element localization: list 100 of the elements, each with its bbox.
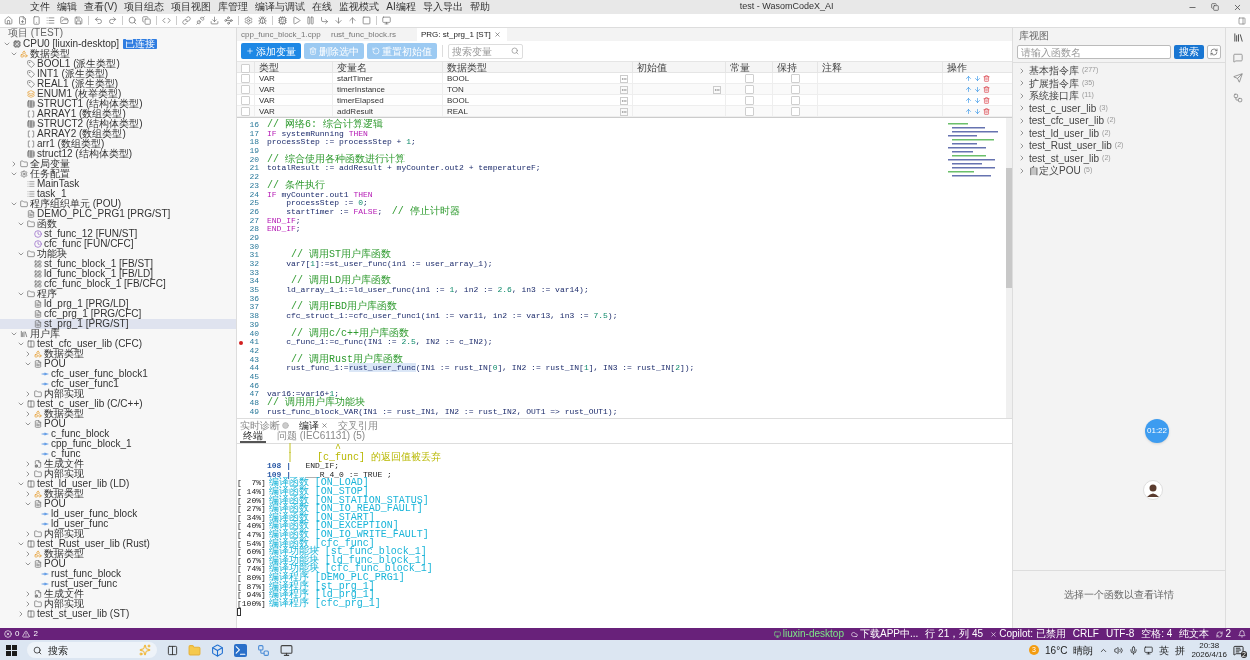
chevron-right-icon[interactable] [10,160,18,168]
checkbox[interactable] [744,96,754,105]
device-icon[interactable] [32,16,41,25]
bell-icon[interactable] [1238,630,1246,638]
copy-icon[interactable] [142,16,151,25]
tree-item[interactable]: CPU0 [liuxin-desktop] 已连接 [0,39,236,49]
move-down-icon[interactable] [974,108,981,115]
clock-time[interactable]: 20:38 [1199,641,1220,650]
bug-icon[interactable] [258,16,267,25]
menu-item[interactable]: 项目组态 [124,1,165,13]
chevron-down-icon[interactable] [17,480,25,488]
move-up-icon[interactable] [965,97,972,104]
chevron-right-icon[interactable] [24,470,32,478]
menu-item[interactable]: 在线 [312,1,333,13]
search-button[interactable]: 搜索 [1174,45,1204,59]
tree-item[interactable]: rust_func_block [0,569,236,579]
menu-item[interactable]: 帮助 [469,1,490,13]
checkbox[interactable] [241,107,250,116]
redo-icon[interactable] [108,16,117,25]
clock-date[interactable]: 2026/4/16 [1191,650,1227,659]
tree-item[interactable]: test_c_user_lib (C/C++) [0,399,236,409]
chevron-right-icon[interactable] [1018,154,1026,162]
chevron-right-icon[interactable] [24,390,32,398]
tree-item[interactable]: POU [0,419,236,429]
tree-item[interactable]: st_func_block_1 [FB/ST] [0,259,236,269]
tree-item[interactable]: struct12 (结构体类型) [0,149,236,159]
more-icon[interactable] [620,107,628,116]
tree-item[interactable]: ENUM1 (枚举类型) [0,89,236,99]
tree-item[interactable]: 生成文件 [0,459,236,469]
tree-item[interactable]: STRUCT1 (结构体类型) [0,99,236,109]
delete-icon[interactable] [983,108,990,115]
tree-item[interactable]: cfc_func_block_1 [FB/CFC] [0,279,236,289]
tree-item[interactable]: st_prg_1 [PRG/ST] [0,319,236,329]
checkbox[interactable] [790,74,800,83]
monitor-icon[interactable] [280,643,293,657]
monitor-icon[interactable] [382,16,391,25]
delete-icon[interactable] [983,75,990,82]
tree-item[interactable]: 数据类型 [0,49,236,59]
app-icon[interactable] [211,643,224,657]
tree-item[interactable]: 程序组织单元 (POU) [0,199,236,209]
chevron-down-icon[interactable] [17,340,25,348]
search-field[interactable]: 请输入函数名 [1017,45,1171,59]
chevron-right-icon[interactable] [24,350,32,358]
chevron-right-icon[interactable] [1018,91,1026,100]
status-item[interactable]: 2 [1216,628,1231,640]
chat-icon[interactable] [1233,53,1243,63]
code-icon[interactable] [162,16,171,25]
taskbar-search[interactable]: 搜索 [27,642,157,658]
tree-item[interactable]: INT1 (派生类型) [0,69,236,79]
chevron-right-icon[interactable] [1018,166,1026,175]
chevron-right-icon[interactable] [24,490,32,498]
network-icon[interactable] [224,16,233,25]
tree-item[interactable]: c_func_block [0,429,236,439]
tree-item[interactable]: 内部实现 [0,599,236,609]
warning-icon[interactable] [22,630,31,638]
send-icon[interactable] [1233,73,1243,83]
search-field[interactable]: 搜索变量 [448,43,523,59]
chevron-right-icon[interactable] [24,550,32,558]
chevron-right-icon[interactable] [24,530,32,538]
chevron-down-icon[interactable] [10,200,18,208]
status-item[interactable]: liuxin-desktop [773,628,844,640]
more-icon[interactable] [620,96,628,105]
scrollbar-thumb[interactable] [1006,168,1012,288]
input-method[interactable]: 英 [1159,642,1170,658]
menu-item[interactable]: 查看(V) [84,1,118,13]
chevron-right-icon[interactable] [1018,104,1026,112]
checkbox[interactable] [744,74,754,83]
tree-item[interactable]: ld_func_block_1 [FB/LD] [0,269,236,279]
weather-temperature[interactable]: 16°C [1045,642,1068,658]
chevron-down-icon[interactable] [10,330,18,338]
tree-item[interactable]: test_Rust_user_lib (Rust) [0,539,236,549]
editor-tab[interactable]: PRG: st_prg_1 [ST] [417,28,507,41]
tree-item[interactable]: 函数 [0,219,236,229]
tree-item[interactable]: 内部实现 [0,389,236,399]
tree-item[interactable]: 程序 [0,289,236,299]
pause-icon[interactable] [306,16,315,25]
chevron-right-icon[interactable] [1018,141,1026,150]
start-icon[interactable] [6,644,17,656]
tree-item[interactable]: ld_user_func [0,519,236,529]
tree-item[interactable]: test_st_user_lib (ST) [0,609,236,619]
tree-item[interactable]: task_1 [0,189,236,199]
tree-item[interactable]: test_cfc_user_lib (CFC) [0,339,236,349]
more-icon[interactable] [713,85,721,94]
tree-item[interactable]: 用户库 [0,329,236,339]
menu-item[interactable]: 文件 [30,1,50,13]
tree-item[interactable]: ARRAY1 (数组类型) [0,109,236,119]
chevron-down-icon[interactable] [10,50,18,58]
chevron-down-icon[interactable] [17,290,25,298]
chevron-right-icon[interactable] [24,590,32,598]
list-icon[interactable] [46,16,55,25]
chevron-right-icon[interactable] [1018,79,1026,87]
tree-item[interactable]: 生成文件 [0,589,236,599]
tree-item[interactable]: BOOL1 (派生类型) [0,59,236,69]
editor-tab[interactable]: cpp_func_block_1.cpp [237,28,327,41]
tree-item[interactable]: 全局变量 [0,159,236,169]
move-up-icon[interactable] [965,86,972,93]
tree-item[interactable]: cfc_prg_1 [PRG/CFC] [0,309,236,319]
checkbox[interactable] [790,85,800,94]
tree-item[interactable]: DEMO_PLC_PRG1 [PRG/ST] [0,209,236,219]
task-view-icon[interactable] [167,644,178,656]
